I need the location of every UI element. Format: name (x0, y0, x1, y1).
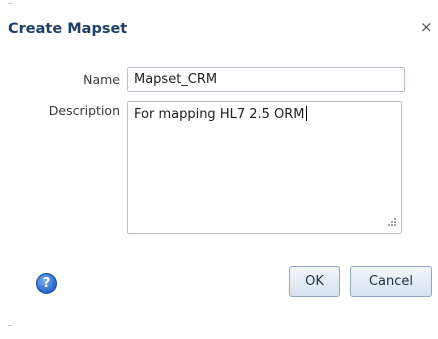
help-icon[interactable]: ? (36, 273, 57, 294)
dialog-title: Create Mapset (8, 21, 128, 37)
dialog-corner-mark (8, 3, 12, 5)
ok-button[interactable]: OK (289, 266, 340, 297)
create-mapset-dialog: Create Mapset × Name Mapset_CRM Descript… (0, 0, 438, 339)
name-input[interactable]: Mapset_CRM (127, 67, 405, 92)
close-icon[interactable]: × (420, 20, 434, 35)
name-input-value: Mapset_CRM (134, 72, 218, 87)
description-textarea-value: For mapping HL7 2.5 ORM (134, 107, 305, 122)
description-label: Description (48, 103, 120, 118)
description-textarea[interactable]: For mapping HL7 2.5 ORM (127, 101, 402, 234)
resize-grip-icon[interactable] (385, 217, 397, 229)
cancel-button[interactable]: Cancel (350, 266, 432, 297)
text-caret (305, 106, 307, 121)
dialog-corner-mark (8, 325, 12, 327)
name-label: Name (83, 72, 120, 87)
